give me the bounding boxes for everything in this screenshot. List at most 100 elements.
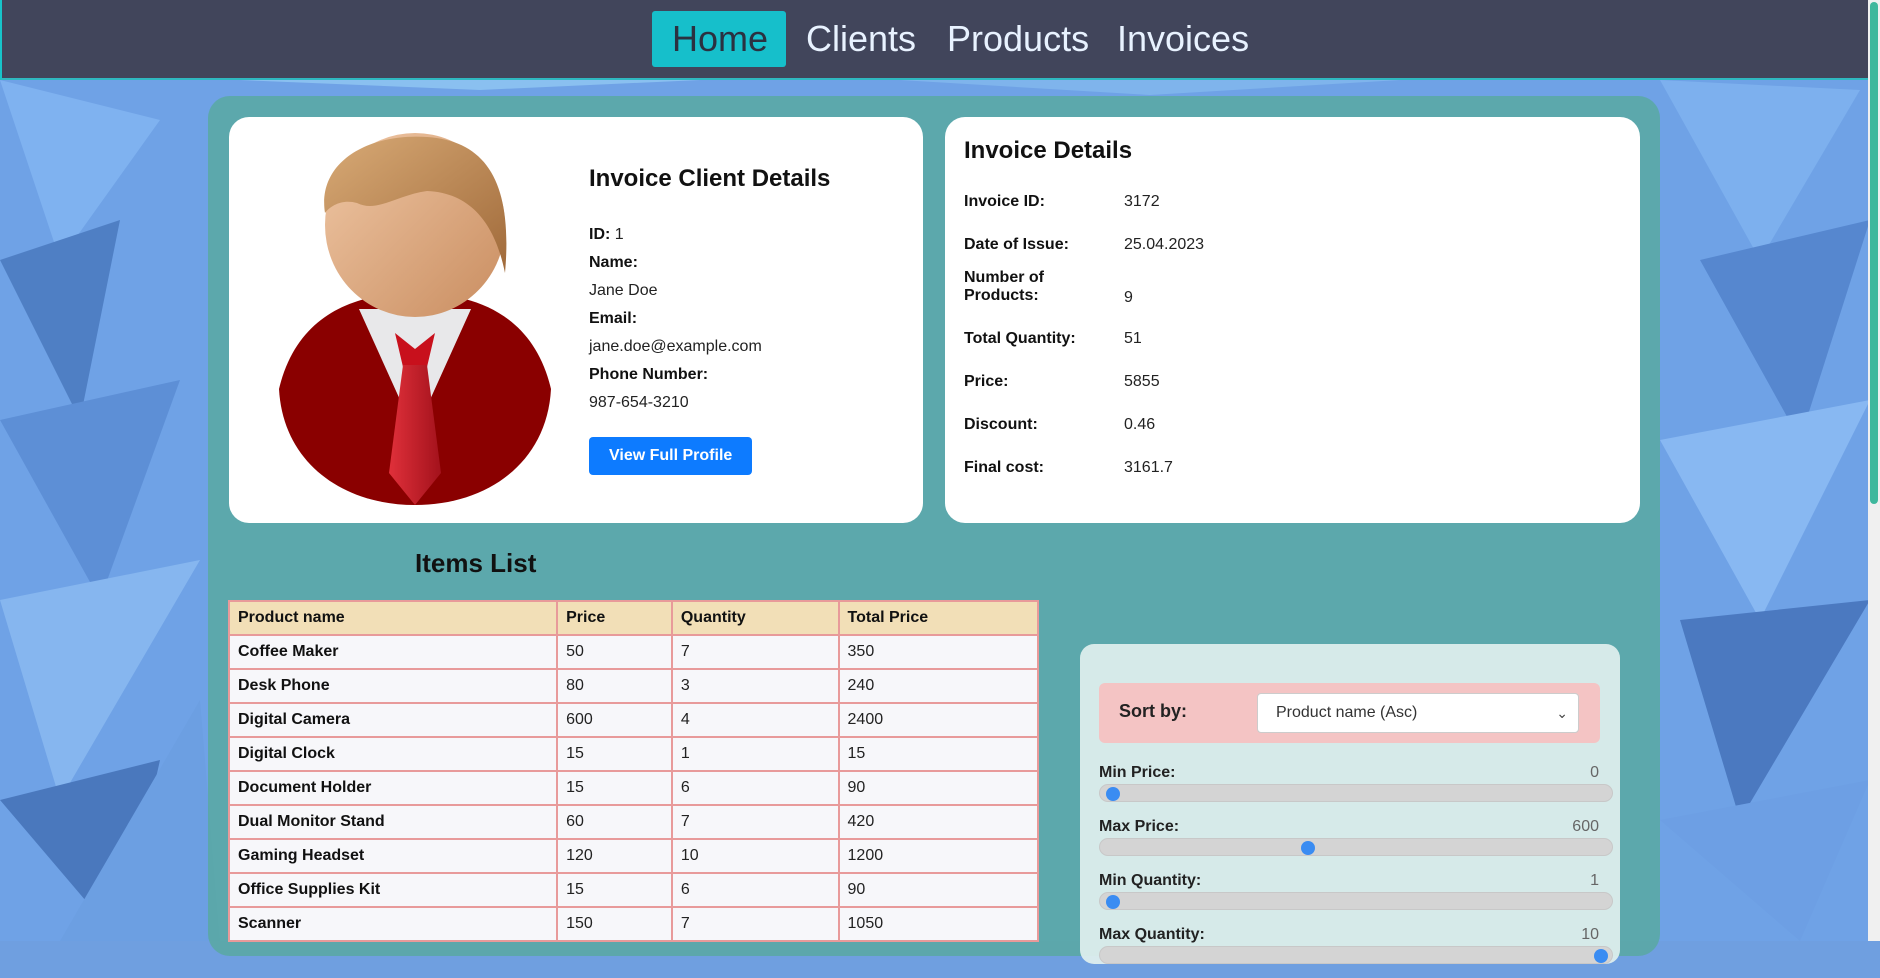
table-header-row: Product name Price Quantity Total Price <box>227 600 1040 636</box>
cell-total-price: 420 <box>837 804 1040 840</box>
client-id-label: ID: <box>589 226 611 243</box>
items-list-title: Items List <box>415 548 537 578</box>
min-quantity-slider[interactable] <box>1099 892 1613 910</box>
max-price-slider[interactable] <box>1099 838 1613 856</box>
cell-product-name: Document Holder <box>227 770 559 806</box>
cell-product-name: Office Supplies Kit <box>227 872 559 908</box>
nav-home[interactable]: Home <box>652 11 786 67</box>
table-row: Gaming Headset 120 10 1200 <box>227 838 1040 874</box>
sort-select-value: Product name (Asc) <box>1276 704 1418 721</box>
invoice-label: Number of Products: <box>964 269 1044 304</box>
cell-product-name: Coffee Maker <box>227 634 559 670</box>
invoice-details-title: Invoice Details <box>964 137 1133 164</box>
range-label: Max Quantity: <box>1099 926 1205 943</box>
table-row: Desk Phone 80 3 240 <box>227 668 1040 704</box>
invoice-label: Total Quantity: <box>964 330 1076 347</box>
min-price-filter: Min Price: 0 <box>1099 764 1613 816</box>
column-header[interactable]: Total Price <box>837 600 1040 636</box>
client-id: ID: 1 <box>589 221 909 249</box>
slider-thumb[interactable] <box>1594 949 1608 963</box>
cell-price: 120 <box>556 838 673 874</box>
filter-panel: Sort by: Product name (Asc) ⌄ Min Price:… <box>1080 644 1620 964</box>
client-name-value: Jane Doe <box>589 282 658 299</box>
client-details-title: Invoice Client Details <box>589 165 831 192</box>
cell-price: 150 <box>556 906 673 942</box>
cell-total-price: 90 <box>837 872 1040 908</box>
cell-price: 15 <box>556 736 673 772</box>
sort-row: Sort by: Product name (Asc) ⌄ <box>1099 683 1600 743</box>
table-row: Coffee Maker 50 7 350 <box>227 634 1040 670</box>
page-scrollbar[interactable] <box>1868 0 1880 941</box>
client-card: Invoice Client Details ID: 1 Name: Jane … <box>229 117 923 523</box>
cell-quantity: 6 <box>670 770 840 806</box>
sort-select[interactable]: Product name (Asc) ⌄ <box>1257 693 1579 733</box>
client-phone-label: Phone Number: <box>589 366 709 383</box>
cell-total-price: 1050 <box>837 906 1040 942</box>
client-id-value: 1 <box>614 226 624 243</box>
invoice-value: 51 <box>1124 330 1142 347</box>
nav-clients[interactable]: Clients <box>786 11 936 67</box>
range-value: 1 <box>1590 872 1599 889</box>
table-row: Dual Monitor Stand 60 7 420 <box>227 804 1040 840</box>
client-info: Invoice Client Details ID: 1 Name: Jane … <box>589 165 909 475</box>
client-email-label: Email: <box>589 310 638 327</box>
cell-price: 60 <box>556 804 673 840</box>
invoice-value: 9 <box>1124 289 1133 306</box>
view-full-profile-button[interactable]: View Full Profile <box>589 437 753 475</box>
client-email-value: jane.doe@example.com <box>589 338 762 355</box>
chevron-down-icon: ⌄ <box>1556 705 1568 721</box>
cell-quantity: 4 <box>670 702 840 738</box>
client-phone-value: 987-654-3210 <box>589 394 689 411</box>
table-row: Digital Camera 600 4 2400 <box>227 702 1040 738</box>
invoice-label: Price: <box>964 373 1009 390</box>
cell-total-price: 240 <box>837 668 1040 704</box>
scrollbar-thumb[interactable] <box>1870 2 1878 504</box>
cell-price: 80 <box>556 668 673 704</box>
column-header[interactable]: Quantity <box>670 600 840 636</box>
cell-quantity: 1 <box>670 736 840 772</box>
cell-product-name: Scanner <box>227 906 559 942</box>
cell-quantity: 7 <box>670 804 840 840</box>
range-value: 0 <box>1590 764 1599 781</box>
invoice-value: 0.46 <box>1124 416 1156 433</box>
invoice-value: 25.04.2023 <box>1124 236 1205 253</box>
cell-quantity: 3 <box>670 668 840 704</box>
slider-thumb[interactable] <box>1301 841 1316 855</box>
column-header[interactable]: Price <box>556 600 673 636</box>
invoice-value: 3161.7 <box>1124 459 1173 476</box>
range-value: 600 <box>1572 818 1599 835</box>
table-row: Office Supplies Kit 15 6 90 <box>227 872 1040 908</box>
invoice-label: Final cost: <box>964 459 1045 476</box>
table-row: Digital Clock 15 1 15 <box>227 736 1040 772</box>
table-row: Scanner 150 7 1050 <box>227 906 1040 942</box>
table-row: Document Holder 15 6 90 <box>227 770 1040 806</box>
nav-products[interactable]: Products <box>927 11 1107 67</box>
cell-total-price: 15 <box>837 736 1040 772</box>
max-quantity-slider[interactable] <box>1099 946 1613 964</box>
items-table: Product name Price Quantity Total Price … <box>227 600 1040 942</box>
cell-price: 15 <box>556 770 673 806</box>
column-header[interactable]: Product name <box>227 600 559 636</box>
min-quantity-filter: Min Quantity: 1 <box>1099 872 1613 924</box>
max-quantity-filter: Max Quantity: 10 <box>1099 926 1613 978</box>
cell-quantity: 7 <box>670 906 840 942</box>
nav-invoices[interactable]: Invoices <box>1097 11 1267 67</box>
cell-price: 600 <box>556 702 673 738</box>
invoice-label: Date of Issue: <box>964 236 1069 253</box>
invoice-value: 5855 <box>1124 373 1160 390</box>
range-value: 10 <box>1581 926 1599 943</box>
cell-product-name: Gaming Headset <box>227 838 559 874</box>
invoice-label: Invoice ID: <box>964 193 1045 210</box>
client-name-label: Name: <box>589 254 638 271</box>
slider-thumb[interactable] <box>1106 787 1120 801</box>
range-label: Min Quantity: <box>1099 872 1202 889</box>
min-price-slider[interactable] <box>1099 784 1613 802</box>
avatar <box>279 133 551 505</box>
slider-thumb[interactable] <box>1106 895 1120 909</box>
top-navbar: Home Clients Products Invoices <box>0 0 1870 80</box>
cell-price: 15 <box>556 872 673 908</box>
cell-quantity: 6 <box>670 872 840 908</box>
max-price-filter: Max Price: 600 <box>1099 818 1613 870</box>
cell-total-price: 350 <box>837 634 1040 670</box>
cell-product-name: Dual Monitor Stand <box>227 804 559 840</box>
